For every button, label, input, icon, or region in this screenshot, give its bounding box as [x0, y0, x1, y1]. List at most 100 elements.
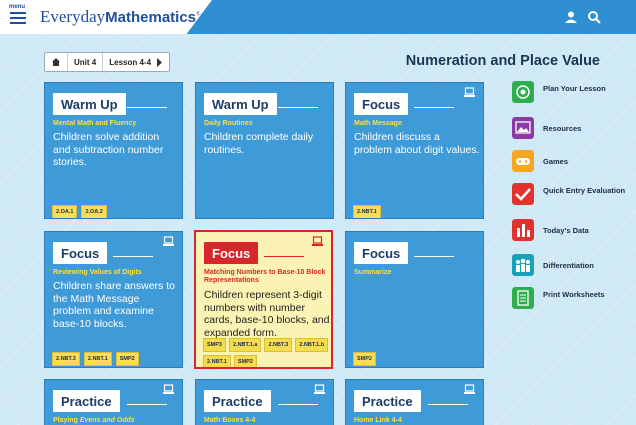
- standard-tag[interactable]: 2.NBT.1.a: [228, 338, 262, 352]
- brand-mark: ®: [196, 11, 201, 18]
- card-heading: Focus: [204, 242, 259, 264]
- activity-card-warm-up-daily-routines[interactable]: Warm Up Daily Routines Children complete…: [195, 82, 334, 219]
- device-icon: [314, 384, 325, 394]
- card-heading-underline: [127, 404, 167, 405]
- card-subtitle: Math Boxes 4-4: [204, 417, 256, 424]
- side-menu-todays-data[interactable]: Today's Data: [512, 218, 632, 248]
- user-icon[interactable]: [564, 10, 578, 24]
- activity-card-focus-summarize[interactable]: Focus Summarize SMP2: [345, 231, 484, 368]
- standard-tag[interactable]: 2.NBT.3: [264, 338, 293, 352]
- card-heading: Practice: [354, 390, 421, 412]
- card-subtitle-game-name: Evens and Odds: [79, 417, 135, 424]
- device-icon: [464, 87, 475, 97]
- card-heading: Practice: [53, 390, 120, 412]
- device-icon: [163, 236, 174, 246]
- card-heading: Focus: [354, 93, 409, 115]
- side-menu-label: Games: [543, 157, 569, 166]
- activity-card-practice-home-link[interactable]: Practice Home Link 4-4: [345, 379, 484, 425]
- breadcrumb-unit[interactable]: Unit 4: [68, 53, 104, 71]
- card-subtitle: Daily Routines: [204, 120, 253, 127]
- standard-tag[interactable]: SMP2: [353, 352, 376, 366]
- card-heading: Practice: [204, 390, 271, 412]
- side-menu-label: Print Worksheets: [543, 290, 605, 299]
- device-icon: [163, 384, 174, 394]
- side-menu-print-worksheets[interactable]: Print Worksheets: [512, 286, 632, 316]
- standard-tag[interactable]: SMP2: [233, 355, 257, 367]
- image-icon: [512, 117, 534, 139]
- card-heading: Focus: [354, 242, 409, 264]
- card-heading-underline: [414, 256, 454, 257]
- card-subtitle: Mental Math and Fluency: [53, 120, 137, 127]
- activity-card-practice-evens-odds[interactable]: Practice Playing Evens and Odds: [44, 379, 183, 425]
- brand-bold: Mathematics: [105, 9, 197, 26]
- standard-tag[interactable]: 2.NBT.1.b: [295, 338, 329, 352]
- side-menu-label: Quick Entry Evaluation: [543, 186, 626, 195]
- activity-card-practice-math-boxes[interactable]: Practice Math Boxes 4-4: [195, 379, 334, 425]
- standard-tag[interactable]: 2.OA.1: [52, 205, 78, 218]
- standard-tag[interactable]: 2.NBT.3: [52, 352, 80, 366]
- standard-tag[interactable]: 2.OA.2: [81, 205, 107, 218]
- card-description: Children represent 3-digit numbers with …: [204, 289, 330, 339]
- brand-regular: Everyday: [40, 7, 106, 26]
- activity-card-focus-reviewing-digits[interactable]: Focus Reviewing Values of Digits Childre…: [44, 231, 183, 368]
- card-heading: Warm Up: [53, 93, 126, 115]
- card-heading: Warm Up: [204, 93, 277, 115]
- breadcrumb-lesson-label: Lesson 4-4: [109, 57, 152, 67]
- search-icon[interactable]: [587, 10, 601, 24]
- target-icon: [512, 81, 534, 103]
- home-button[interactable]: [45, 53, 68, 71]
- breadcrumb: Unit 4 Lesson 4-4: [44, 52, 171, 72]
- standard-tag[interactable]: 2.NBT.1: [203, 355, 231, 367]
- card-heading: Focus: [53, 242, 108, 264]
- device-icon: [312, 236, 323, 246]
- card-subtitle-text: Playing: [53, 417, 80, 424]
- card-subtitle: Home Link 4-4: [354, 417, 402, 424]
- card-description: Children discuss a problem about digit v…: [354, 131, 480, 156]
- side-menu-differentiation[interactable]: Differentiation: [512, 253, 632, 283]
- side-menu-plan-your-lesson[interactable]: Plan Your Lesson: [512, 80, 632, 110]
- device-icon: [464, 384, 475, 394]
- side-menu-label: Plan Your Lesson: [543, 84, 606, 93]
- standard-tag[interactable]: 2.NBT.1: [353, 205, 381, 218]
- activity-card-focus-math-message[interactable]: Focus Math Message Children discuss a pr…: [345, 82, 484, 219]
- standard-tag[interactable]: 2.NBT.1: [83, 352, 112, 366]
- breadcrumb-lesson[interactable]: Lesson 4-4: [103, 53, 169, 71]
- card-subtitle: Playing Evens and Odds: [53, 417, 177, 425]
- card-heading-underline: [278, 107, 318, 108]
- card-description: Children solve addition and subtraction …: [53, 131, 164, 168]
- card-subtitle: Summarize: [354, 269, 392, 276]
- gamepad-icon: [512, 150, 534, 172]
- side-menu-label: Differentiation: [543, 261, 594, 270]
- card-subtitle: Matching Numbers to Base-10 Block Repres…: [204, 269, 326, 284]
- side-menu-label: Resources: [543, 124, 582, 133]
- people-icon: [512, 254, 534, 276]
- card-heading-underline: [127, 107, 167, 108]
- side-menu-quick-entry-evaluation[interactable]: Quick Entry Evaluation: [512, 182, 632, 212]
- menu-button[interactable]: menu: [8, 4, 30, 30]
- standard-tag[interactable]: SMP3: [203, 338, 226, 352]
- card-subtitle: Math Message: [354, 120, 402, 127]
- card-heading-underline: [428, 404, 468, 405]
- activity-card-focus-matching-numbers-selected[interactable]: Focus Matching Numbers to Base-10 Block …: [194, 230, 333, 369]
- top-bar: menu EverydayMathematics®: [0, 0, 636, 34]
- checkmark-icon: [512, 183, 534, 205]
- standard-tag[interactable]: SMP2: [115, 352, 139, 366]
- worksheet-icon: [512, 287, 534, 309]
- brand-logo[interactable]: EverydayMathematics®: [40, 7, 201, 27]
- card-description: Children share answers to the Math Messa…: [53, 280, 175, 330]
- side-menu-resources[interactable]: Resources: [512, 116, 632, 146]
- menu-icon: [10, 12, 26, 24]
- menu-label: menu: [9, 4, 26, 10]
- card-heading-underline: [264, 256, 304, 257]
- card-description: Children complete daily routines.: [204, 131, 314, 156]
- card-subtitle: Reviewing Values of Digits: [53, 269, 142, 276]
- card-heading-underline: [113, 256, 153, 257]
- side-menu-label: Today's Data: [543, 226, 589, 235]
- bar-chart-icon: [512, 219, 534, 241]
- caret-right-icon: [157, 57, 163, 67]
- home-icon: [52, 58, 60, 66]
- side-menu-games[interactable]: Games: [512, 149, 632, 179]
- page-title: Numeration and Place Value: [405, 53, 600, 69]
- activity-card-warm-up-mental-math[interactable]: Warm Up Mental Math and Fluency Children…: [44, 82, 183, 219]
- card-heading-underline: [278, 404, 318, 405]
